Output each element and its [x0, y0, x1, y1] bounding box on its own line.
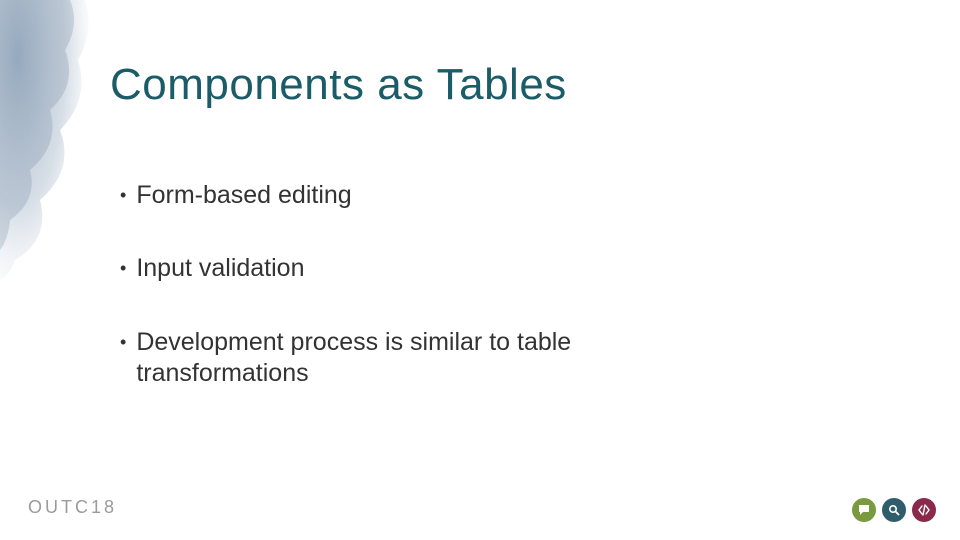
magnifier-icon: [882, 498, 906, 522]
slide-title: Components as Tables: [110, 60, 567, 110]
footer-logo: OUTC18: [28, 497, 117, 518]
speech-bubble-icon: [852, 498, 876, 522]
watercolor-decoration: [0, 0, 100, 280]
list-item: • Development process is similar to tabl…: [120, 327, 720, 390]
footer-icon-row: [852, 498, 936, 522]
bullet-dot-icon: •: [120, 331, 126, 354]
bullet-dot-icon: •: [120, 184, 126, 207]
list-item: • Input validation: [120, 253, 720, 284]
bullet-text: Development process is similar to table …: [136, 327, 720, 390]
code-brackets-icon: [912, 498, 936, 522]
list-item: • Form-based editing: [120, 180, 720, 211]
bullet-text: Input validation: [136, 253, 304, 284]
bullet-list: • Form-based editing • Input validation …: [120, 180, 720, 431]
bullet-dot-icon: •: [120, 257, 126, 280]
bullet-text: Form-based editing: [136, 180, 351, 211]
